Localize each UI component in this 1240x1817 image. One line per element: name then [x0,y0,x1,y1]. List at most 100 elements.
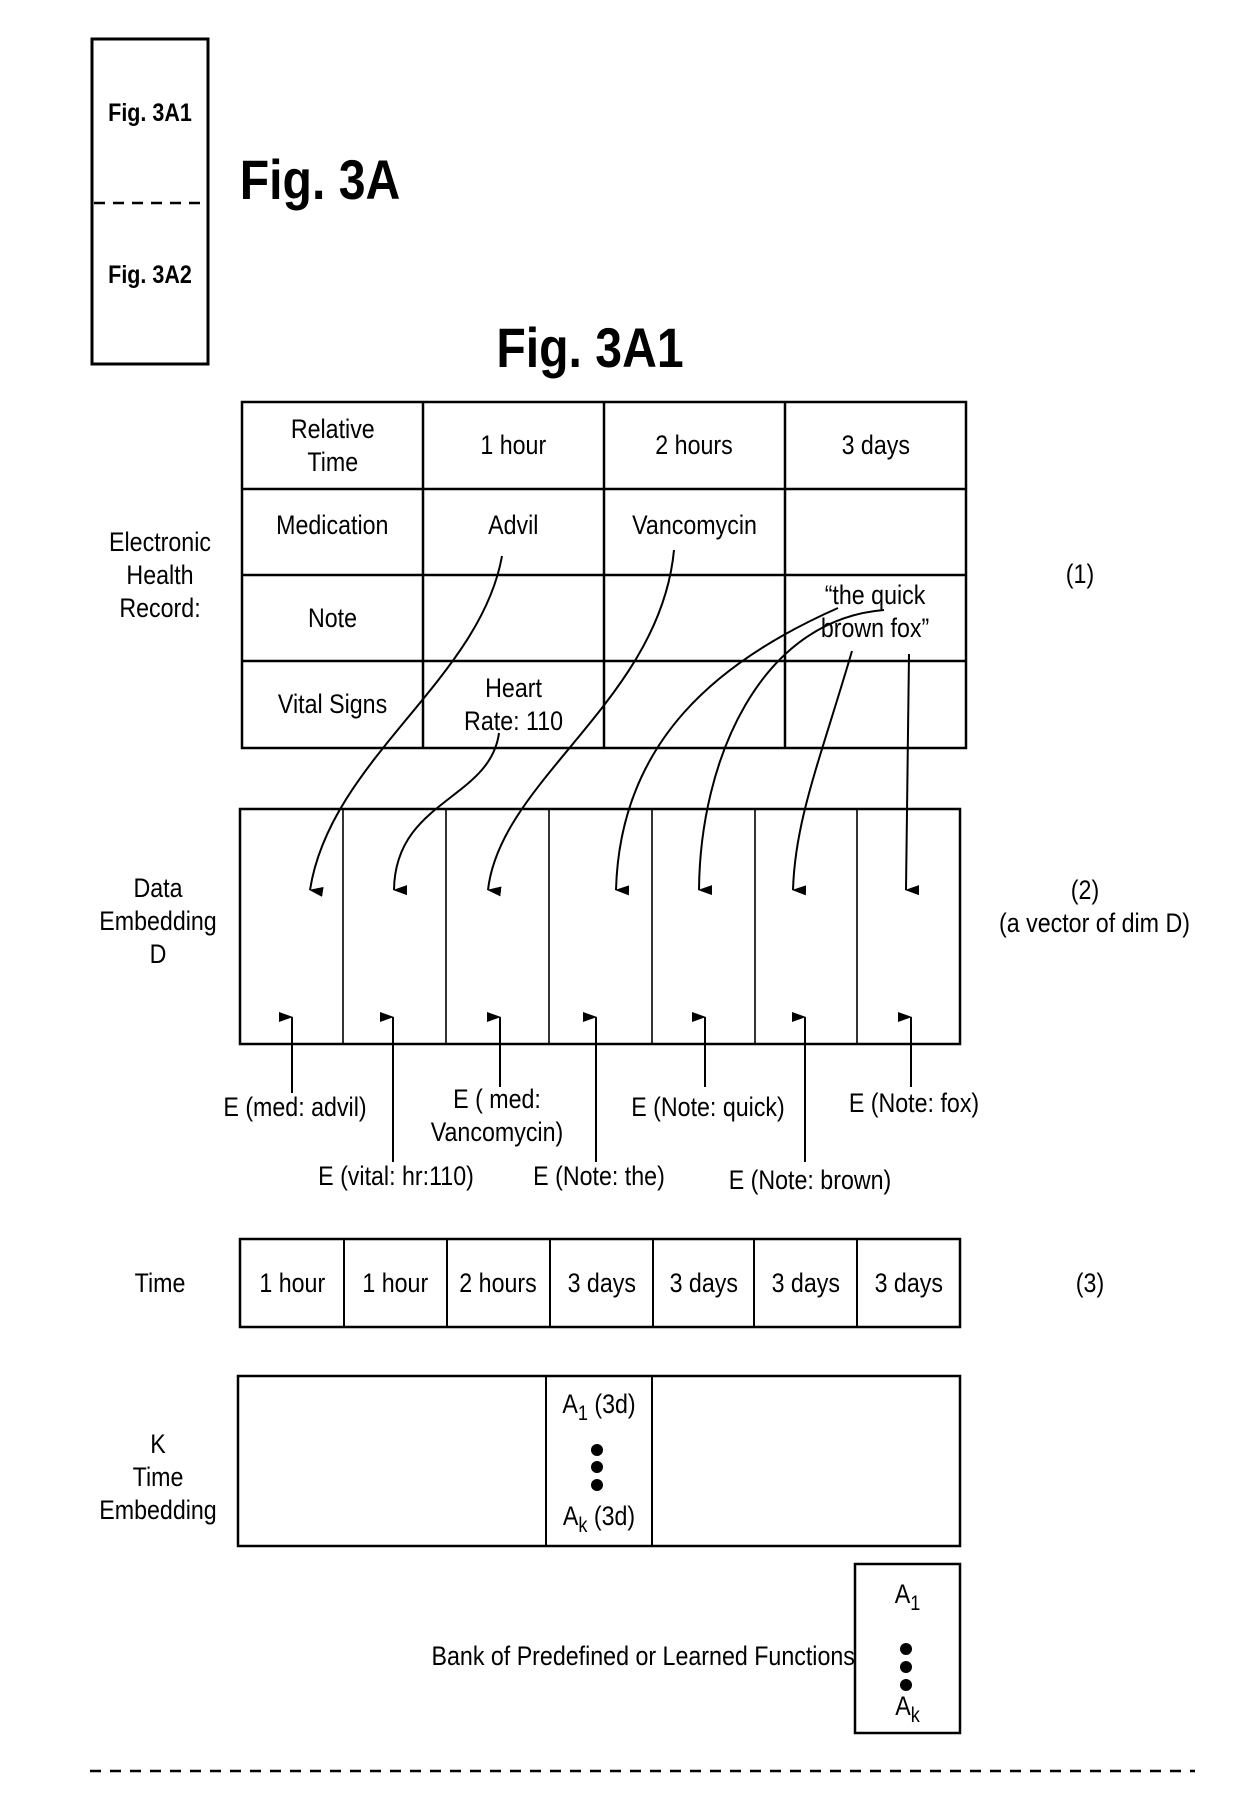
embedding-label: E (Note: the) [504,1160,693,1193]
embedding-label-line: E (Note: quick) [631,1092,785,1122]
ehr-cell-text: Vital Signs [278,688,387,721]
ehr-cell-line: 3 days [841,430,910,460]
function-bank-last-fn: Ak [862,1690,952,1728]
ehr-cell-text: Relative Time [291,413,375,479]
ehr-cell [604,575,785,661]
ehr-cell-line: brown fox” [821,613,930,643]
embedding-label-line: E (Note: fox) [848,1088,980,1118]
time-embedding-side-label-line: Embedding [99,1495,217,1525]
fn-base: A [562,1501,579,1531]
time-row-cell: 3 days [857,1239,960,1327]
embedding-label-line: E (vital: hr:110) [318,1161,474,1191]
ehr-cell [785,489,966,575]
time-row-cell: 1 hour [240,1239,344,1327]
ehr-cell [423,575,604,661]
ehr-cell: Heart Rate: 110 [423,661,604,748]
embedding-label-line: E (Note: the) [533,1161,665,1191]
figure-title: Fig. 3A [239,148,401,211]
fn-subscript: 1 [910,1592,921,1616]
fn-subscript: k [578,1514,588,1538]
ehr-side-label: Electronic Health Record: [100,526,220,625]
ehr-cell-text: Medication [276,509,388,542]
function-bank-ellipsis-icon [900,1643,912,1691]
embedding-label-line: E (med: advil) [223,1092,367,1122]
data-embedding-ref-caption: (a vector of dim D) [999,908,1190,938]
time-row-side-label: Time [134,1268,186,1298]
time-embedding-last-fn: Ak (3d) [553,1500,644,1538]
ehr-cell: 2 hours [604,402,785,489]
figure-key-box [90,37,210,366]
ehr-cell-line: “the quick [825,580,926,610]
time-embedding-side-label: K Time Embedding [98,1428,218,1527]
time-row-cell-text: 3 days [669,1267,738,1298]
time-row-ref-number: (3) [1075,1268,1105,1298]
ehr-cell-text: “the quick brown fox” [821,579,929,645]
ehr-cell-line: 2 hours [655,430,734,460]
embedding-label: E (Note: brown) [715,1164,904,1197]
ehr-side-label-line: Record: [119,593,201,623]
time-row-cell-text: 3 days [567,1267,636,1298]
ehr-cell-text: Note [308,602,357,635]
ehr-cell [604,661,785,748]
ehr-cell-text: 3 days [841,429,909,462]
ehr-cell: 1 hour [423,402,604,489]
function-bank-first-fn: A1 [862,1578,952,1616]
ehr-cell-line: Time [307,446,358,477]
ehr-cell-line: Rate: 110 [464,705,563,736]
time-row-cell: 3 days [653,1239,754,1327]
ehr-cell-line: Advil [488,509,539,540]
embedding-label: E (vital: hr:110) [301,1160,490,1193]
data-embedding-side-label-line: Embedding [99,906,217,936]
ehr-cell [785,661,966,748]
time-row-cell-text: 1 hour [259,1267,325,1298]
data-embedding-ref: (2) (a vector of dim D) [999,874,1190,940]
label-to-embedding-arrows [279,1012,912,1162]
ehr-cell-line: Note [307,602,358,633]
embedding-label: E (Note: fox) [819,1087,1008,1120]
embedding-label: E (Note: quick) [613,1091,802,1124]
ehr-cell-text: 1 hour [481,429,547,462]
time-row-cell: 3 days [754,1239,857,1327]
subfigure-title: Fig. 3A1 [496,316,684,379]
key-label-3a1: Fig. 3A1 [108,99,192,127]
ehr-cell: Vancomycin [604,489,785,575]
ehr-cell-text: 2 hours [656,429,733,462]
time-row-cell: 3 days [550,1239,653,1327]
ehr-row-header: Relative Time [242,402,423,489]
ehr-side-label-line: Electronic [109,527,211,557]
ehr-side-label-line: Health [126,560,194,590]
fn-subscript: k [910,1704,920,1728]
time-embedding-ellipsis-icon [591,1444,603,1491]
time-row-cell-text: 2 hours [459,1267,538,1298]
ehr-cell-line: Vital Signs [277,689,388,719]
time-row-cell-text: 3 days [874,1267,943,1298]
fn-subscript: 1 [577,1402,588,1426]
ehr-cell-line: Relative [290,413,375,444]
embedding-label-line: E ( med: [453,1084,541,1114]
embedding-label-line: E (Note: brown) [728,1165,892,1195]
ehr-cell-text: Heart Rate: 110 [464,672,563,738]
function-bank-label: Bank of Predefined or Learned Functions [431,1641,855,1671]
time-embedding-side-label-line: K [150,1429,166,1459]
ehr-cell-line: Heart [485,672,542,703]
ehr-cell: “the quick brown fox” [785,575,966,661]
time-row-cell: 1 hour [344,1239,447,1327]
data-embedding-side-label-line: Data [133,873,183,903]
ehr-cell-line: 1 hour [480,430,547,460]
fn-base: A [895,1691,911,1721]
ehr-cell-line: Vancomycin [632,509,757,540]
time-row-cell-text: 3 days [771,1267,840,1298]
time-embedding-first-fn: A1 (3d) [553,1388,644,1426]
time-embedding-side-label-line: Time [132,1462,184,1492]
time-row-cell: 2 hours [447,1239,550,1327]
time-row-cell-text: 1 hour [362,1267,429,1298]
fn-base: A [562,1389,578,1419]
ehr-row-header: Vital Signs [242,661,423,748]
data-embedding-side-label-line: D [149,939,167,969]
ehr-row-header: Medication [242,489,423,575]
embedding-label: E ( med: Vancomycin) [402,1083,591,1149]
data-embedding-grid [238,807,962,1046]
data-embedding-side-label: Data Embedding D [98,872,218,971]
ehr-row-header: Note [242,575,423,661]
fn-suffix: (3d) [587,1389,636,1419]
